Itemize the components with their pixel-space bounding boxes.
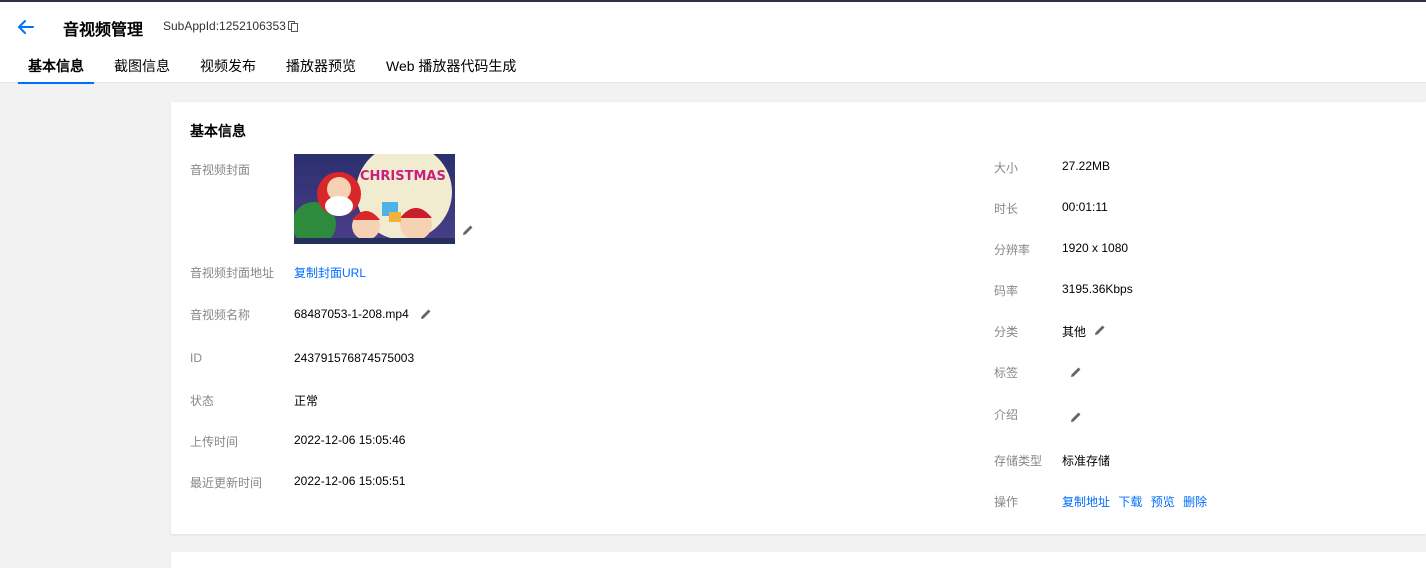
- updated-time-label: 最近更新时间: [190, 476, 263, 490]
- tags-label: 标签: [994, 366, 1019, 380]
- id-value: 243791576874575003: [294, 351, 415, 365]
- cover-url-label: 音视频封面地址: [190, 266, 275, 280]
- edit-category-icon[interactable]: [1093, 323, 1107, 337]
- edit-cover-icon[interactable]: [461, 223, 475, 237]
- copy-address-link[interactable]: 复制地址: [1062, 495, 1110, 509]
- cover-image-text: CHRISTMAS: [360, 169, 446, 184]
- updated-time-value: 2022-12-06 15:05:51: [294, 474, 406, 488]
- download-link[interactable]: 下载: [1118, 495, 1142, 509]
- copy-cover-url-link[interactable]: 复制封面URL: [294, 264, 366, 281]
- cover-label: 音视频封面: [190, 163, 251, 177]
- operations-links: 复制地址 下载 预览 删除: [1062, 493, 1212, 510]
- edit-tags-icon[interactable]: [1069, 365, 1083, 379]
- subapp-id: SubAppId: 1252106353: [163, 19, 298, 33]
- tab-screenshot-info[interactable]: 截图信息: [104, 55, 180, 84]
- category-value: 其他: [1062, 325, 1087, 339]
- tab-player-preview[interactable]: 播放器预览: [276, 55, 366, 84]
- duration-label: 时长: [994, 202, 1019, 216]
- cover-thumbnail[interactable]: CHRISTMAS: [294, 154, 455, 244]
- operations-label: 操作: [994, 495, 1019, 509]
- id-label: ID: [190, 351, 202, 365]
- intro-label: 介绍: [994, 408, 1019, 422]
- back-arrow-icon[interactable]: [16, 17, 36, 37]
- resolution-label: 分辨率: [994, 243, 1031, 257]
- status-value: 正常: [294, 394, 319, 408]
- name-value: 68487053-1-208.mp4: [294, 307, 409, 321]
- edit-intro-icon[interactable]: [1069, 410, 1083, 424]
- tab-web-player-code[interactable]: Web 播放器代码生成: [376, 55, 526, 84]
- page-title: 音视频管理: [63, 22, 144, 39]
- bitrate-label: 码率: [994, 284, 1019, 298]
- page-header: 音视频管理 SubAppId: 1252106353 基本信息 截图信息 视频发…: [0, 2, 1426, 84]
- secondary-card: [171, 552, 1426, 568]
- status-label: 状态: [190, 394, 215, 408]
- copy-icon[interactable]: [287, 20, 298, 32]
- duration-value: 00:01:11: [1062, 200, 1108, 214]
- card-title: 基本信息: [190, 123, 246, 139]
- basic-info-card: 基本信息 音视频封面 CHRISTMAS 音视频封面地址 复制封面URL 音视频…: [171, 102, 1426, 534]
- name-label: 音视频名称: [190, 308, 251, 322]
- upload-time-label: 上传时间: [190, 435, 239, 449]
- tab-video-publish[interactable]: 视频发布: [190, 55, 266, 84]
- cover-image: CHRISTMAS: [294, 154, 455, 244]
- storage-type-value: 标准存储: [1062, 454, 1111, 468]
- delete-link[interactable]: 删除: [1183, 495, 1207, 509]
- edit-name-icon[interactable]: [419, 307, 433, 321]
- category-label: 分类: [994, 325, 1019, 339]
- subapp-label: SubAppId:: [163, 19, 220, 33]
- bitrate-value: 3195.36Kbps: [1062, 282, 1133, 296]
- upload-time-value: 2022-12-06 15:05:46: [294, 433, 406, 447]
- preview-link[interactable]: 预览: [1151, 495, 1175, 509]
- tab-bar: 基本信息 截图信息 视频发布 播放器预览 Web 播放器代码生成: [18, 55, 536, 84]
- size-label: 大小: [994, 161, 1019, 175]
- tab-basic-info[interactable]: 基本信息: [18, 55, 94, 84]
- size-value: 27.22MB: [1062, 159, 1111, 173]
- storage-type-label: 存储类型: [994, 454, 1043, 468]
- subapp-value: 1252106353: [219, 19, 286, 33]
- resolution-value: 1920 x 1080: [1062, 241, 1129, 255]
